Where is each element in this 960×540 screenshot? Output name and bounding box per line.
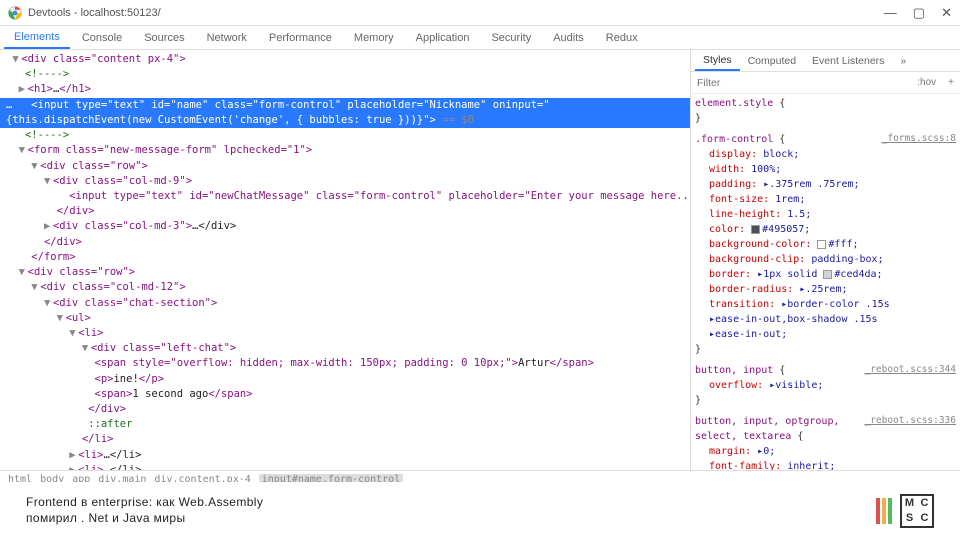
rule-button-input[interactable]: button, input {_reboot.scss:344 overflow… bbox=[695, 363, 956, 408]
selected-node[interactable]: … <input type="text" id="name" class="fo… bbox=[0, 98, 690, 128]
tab-application[interactable]: Application bbox=[406, 28, 480, 48]
sidetab-more[interactable]: » bbox=[892, 52, 914, 70]
dom-tree[interactable]: ▼<div class="content px-4"> <!----> ▶<h1… bbox=[0, 50, 690, 470]
close-button[interactable]: ✕ bbox=[941, 5, 952, 21]
rule-form-control[interactable]: .form-control {_forms.scss:8 display: bl… bbox=[695, 132, 956, 357]
footer-text: Frontend в enterprise: как Web.Assembly … bbox=[26, 495, 263, 526]
rule-form-elements[interactable]: button, input, optgroup, select, textare… bbox=[695, 414, 956, 470]
stripes-icon bbox=[876, 498, 892, 524]
styles-filter-input[interactable] bbox=[697, 77, 911, 89]
tab-console[interactable]: Console bbox=[72, 28, 132, 48]
window-title: Devtools - localhost:50123/ bbox=[28, 7, 884, 19]
styles-filter-row: :hov + bbox=[691, 72, 960, 94]
tab-security[interactable]: Security bbox=[481, 28, 541, 48]
devtools-tabs: Elements Console Sources Network Perform… bbox=[0, 26, 960, 50]
sidetab-computed[interactable]: Computed bbox=[740, 52, 804, 70]
rule-element-style[interactable]: element.style { } bbox=[695, 96, 956, 126]
slide-footer: Frontend в enterprise: как Web.Assembly … bbox=[0, 482, 960, 540]
tab-memory[interactable]: Memory bbox=[344, 28, 404, 48]
sidebar-tabs: Styles Computed Event Listeners » bbox=[691, 50, 960, 72]
tab-network[interactable]: Network bbox=[197, 28, 257, 48]
mcsc-logo: MCSC bbox=[900, 494, 934, 528]
minimize-button[interactable]: — bbox=[884, 5, 897, 21]
add-rule-button[interactable]: + bbox=[948, 77, 954, 88]
chrome-icon bbox=[8, 6, 22, 20]
styles-sidebar: Styles Computed Event Listeners » :hov +… bbox=[690, 50, 960, 470]
styles-list[interactable]: element.style { } .form-control {_forms.… bbox=[691, 94, 960, 470]
tab-performance[interactable]: Performance bbox=[259, 28, 342, 48]
window-controls: — ▢ ✕ bbox=[884, 5, 952, 21]
hov-toggle[interactable]: :hov bbox=[917, 77, 936, 88]
main-panel: ▼<div class="content px-4"> <!----> ▶<h1… bbox=[0, 50, 960, 470]
sidetab-eventlisteners[interactable]: Event Listeners bbox=[804, 52, 892, 70]
tab-audits[interactable]: Audits bbox=[543, 28, 594, 48]
maximize-button[interactable]: ▢ bbox=[913, 5, 925, 21]
tab-elements[interactable]: Elements bbox=[4, 27, 70, 49]
titlebar: Devtools - localhost:50123/ — ▢ ✕ bbox=[0, 0, 960, 26]
tab-redux[interactable]: Redux bbox=[596, 28, 648, 48]
tab-sources[interactable]: Sources bbox=[134, 28, 194, 48]
sidetab-styles[interactable]: Styles bbox=[695, 51, 740, 71]
